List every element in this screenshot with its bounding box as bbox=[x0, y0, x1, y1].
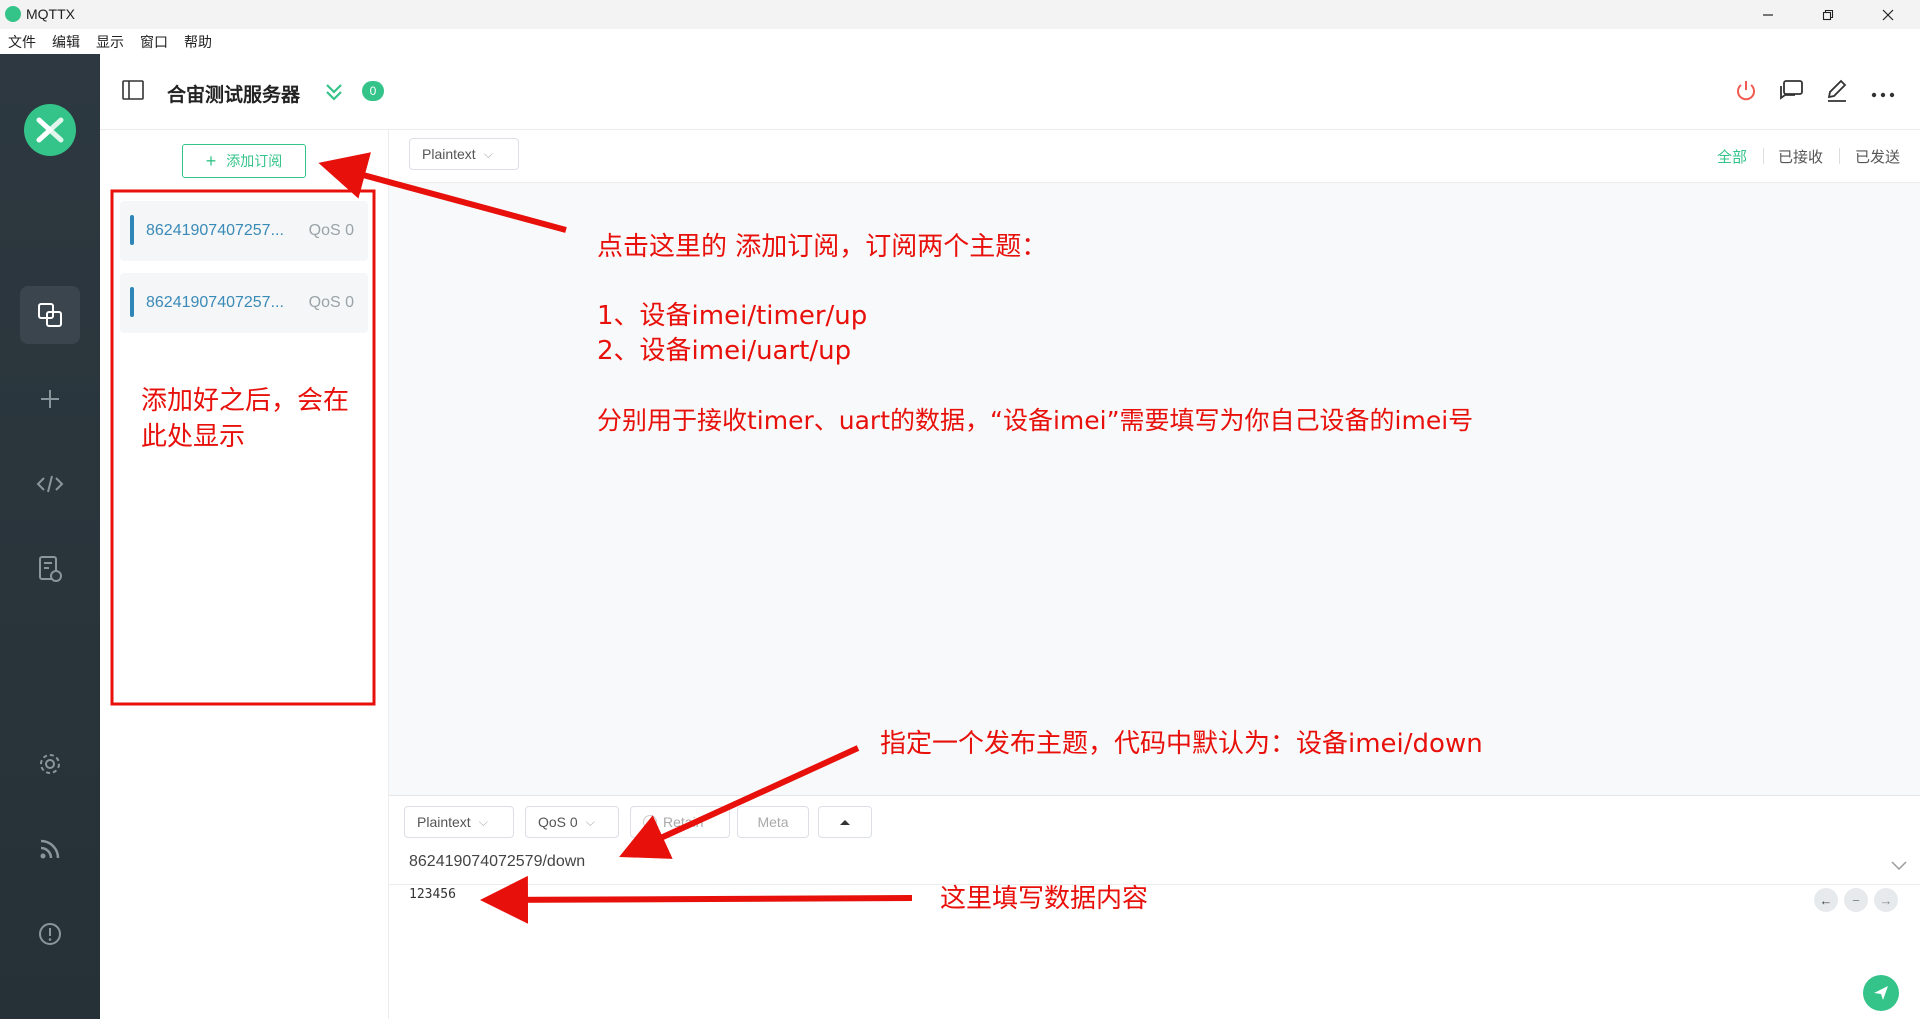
tab-sent[interactable]: 已发送 bbox=[1855, 146, 1900, 167]
add-subscription-label: 添加订阅 bbox=[226, 153, 283, 169]
edit-icon[interactable] bbox=[1825, 79, 1849, 108]
divider bbox=[1839, 148, 1840, 164]
annotation-subscribe-title: 点击这里的 添加订阅，订阅两个主题： bbox=[597, 232, 1048, 262]
window-titlebar: MQTTX bbox=[0, 0, 1920, 29]
annotation-payload-note: 这里填写数据内容 bbox=[940, 884, 1149, 914]
sidebar-toggle-icon[interactable] bbox=[122, 80, 144, 105]
retain-radio-icon bbox=[643, 815, 657, 829]
subscription-topic: 86241907407257... bbox=[146, 222, 284, 239]
menu-view[interactable]: 显示 bbox=[96, 32, 124, 52]
gear-icon[interactable] bbox=[0, 736, 100, 792]
subscription-topic: 86241907407257... bbox=[146, 294, 284, 311]
menu-help[interactable]: 帮助 bbox=[184, 32, 212, 52]
connections-icon[interactable] bbox=[20, 286, 80, 344]
menu-window[interactable]: 窗口 bbox=[140, 32, 168, 52]
retain-label: Retain bbox=[663, 814, 704, 830]
double-chevron-icon[interactable] bbox=[324, 82, 344, 107]
menu-file[interactable]: 文件 bbox=[8, 32, 36, 52]
chevron-down-icon: ⌵ bbox=[585, 814, 595, 829]
connection-header: 合宙测试服务器 0 bbox=[100, 54, 1920, 130]
publish-format-value: Plaintext bbox=[417, 814, 471, 830]
chevron-down-icon: ⌵ bbox=[483, 146, 493, 161]
chevron-down-icon: ⌵ bbox=[478, 814, 488, 829]
collapse-button[interactable] bbox=[818, 806, 872, 838]
log-icon[interactable] bbox=[0, 541, 100, 597]
subscription-qos: QoS 0 bbox=[308, 222, 354, 239]
add-subscription-button[interactable]: + 添加订阅 bbox=[182, 144, 306, 178]
connection-name: 合宙测试服务器 bbox=[167, 85, 301, 106]
payload-format-select[interactable]: Plaintext ⌵ bbox=[409, 138, 519, 170]
power-icon[interactable] bbox=[1734, 79, 1758, 108]
divider bbox=[389, 884, 1920, 885]
messages-toolbar: Plaintext ⌵ 全部 已接收 已发送 bbox=[389, 130, 1920, 183]
subscription-item[interactable]: 86241907407257... QoS 0 bbox=[120, 201, 368, 261]
subscription-qos: QoS 0 bbox=[308, 294, 354, 311]
annotation-list-note-line2: 此处显示 bbox=[141, 422, 246, 452]
chevron-down-icon[interactable] bbox=[1891, 858, 1907, 876]
menu-edit[interactable]: 编辑 bbox=[52, 32, 80, 52]
caret-up-icon bbox=[840, 820, 850, 825]
app-logo-icon bbox=[5, 6, 21, 22]
qos-value: QoS 0 bbox=[538, 814, 578, 830]
message-count-badge: 0 bbox=[362, 81, 384, 101]
meta-label: Meta bbox=[757, 814, 789, 830]
plus-icon[interactable] bbox=[0, 371, 100, 427]
history-clear-button[interactable]: − bbox=[1844, 888, 1868, 912]
subscription-color-bar bbox=[130, 215, 134, 245]
restore-button[interactable] bbox=[1805, 0, 1851, 29]
qos-select[interactable]: QoS 0 ⌵ bbox=[525, 806, 619, 838]
history-prev-button[interactable]: ← bbox=[1814, 888, 1838, 912]
close-button[interactable] bbox=[1865, 0, 1911, 29]
plus-icon: + bbox=[205, 151, 217, 171]
info-icon[interactable] bbox=[0, 906, 100, 962]
menu-bar: 文件 编辑 显示 窗口 帮助 bbox=[0, 29, 1920, 54]
meta-button[interactable]: Meta bbox=[737, 806, 809, 838]
mqttx-logo[interactable] bbox=[24, 104, 76, 156]
annotation-list-note-line1: 添加好之后，会在 bbox=[141, 386, 350, 416]
tab-all[interactable]: 全部 bbox=[1717, 146, 1747, 167]
subscription-color-bar bbox=[130, 287, 134, 317]
publish-topic-input[interactable]: 862419074072579/down bbox=[409, 853, 585, 871]
more-icon[interactable] bbox=[1870, 86, 1896, 104]
history-next-button[interactable]: → bbox=[1874, 888, 1898, 912]
publish-format-select[interactable]: Plaintext ⌵ bbox=[404, 806, 514, 838]
payload-format-value: Plaintext bbox=[422, 146, 476, 162]
minimize-button[interactable] bbox=[1745, 0, 1791, 29]
annotation-subscribe-note: 分别用于接收timer、uart的数据，“设备imei”需要填写为你自己设备的i… bbox=[597, 406, 1474, 435]
divider bbox=[1763, 148, 1764, 164]
send-button[interactable] bbox=[1863, 975, 1899, 1011]
chat-icon[interactable] bbox=[1779, 79, 1805, 108]
code-icon[interactable] bbox=[0, 456, 100, 512]
message-list bbox=[389, 183, 1920, 795]
rss-icon[interactable] bbox=[0, 821, 100, 877]
annotation-subscribe-item1: 1、设备imei/timer/up bbox=[597, 301, 868, 331]
window-title: MQTTX bbox=[26, 6, 75, 22]
tab-received[interactable]: 已接收 bbox=[1778, 146, 1823, 167]
publish-panel: Plaintext ⌵ QoS 0 ⌵ Retain Meta 86241907… bbox=[389, 795, 1920, 1020]
subscription-item[interactable]: 86241907407257... QoS 0 bbox=[120, 273, 368, 333]
annotation-subscribe-item2: 2、设备imei/uart/up bbox=[597, 336, 852, 366]
send-icon bbox=[1874, 986, 1888, 1000]
payload-editor[interactable]: 123456 bbox=[409, 887, 456, 902]
subscriptions-panel: + 添加订阅 86241907407257... QoS 0 862419074… bbox=[100, 130, 389, 1019]
annotation-publish-topic-note: 指定一个发布主题，代码中默认为：设备imei/down bbox=[880, 729, 1483, 759]
retain-toggle[interactable]: Retain bbox=[630, 806, 730, 838]
